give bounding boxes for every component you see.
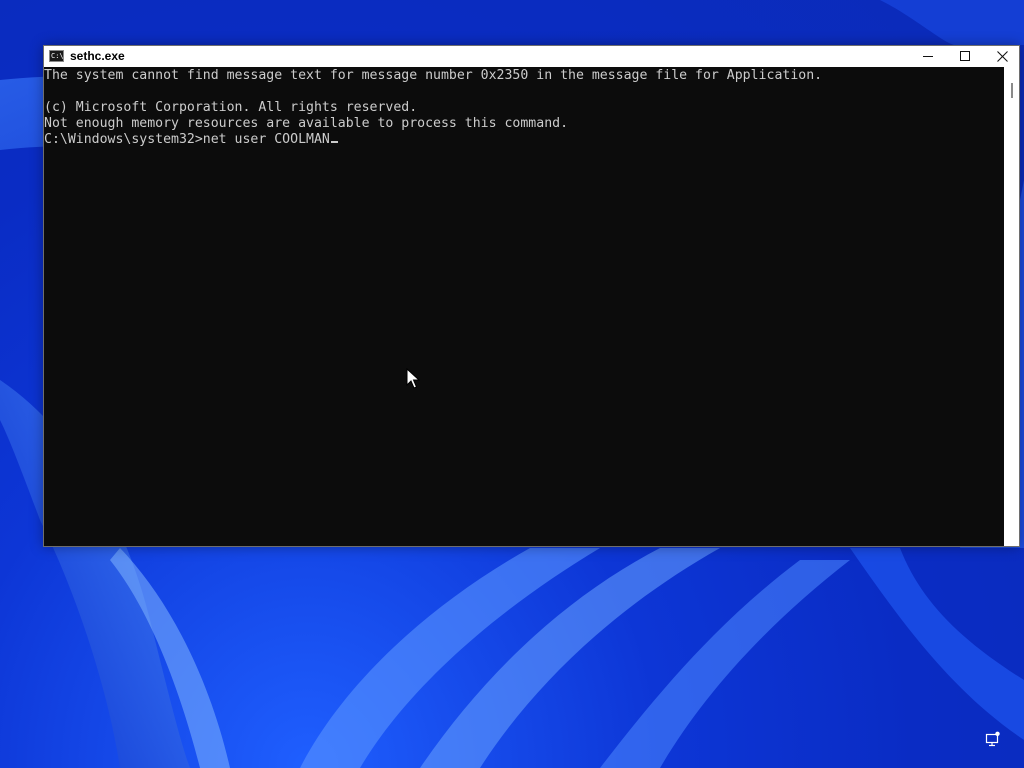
vertical-scrollbar[interactable] <box>1004 67 1019 546</box>
maximize-button[interactable] <box>946 46 984 67</box>
console-output[interactable]: The system cannot find message text for … <box>44 67 1004 546</box>
close-button[interactable] <box>983 46 1021 67</box>
desktop: C:\ sethc.exe The system cannot find mes… <box>0 0 1024 768</box>
minimize-button[interactable] <box>909 46 947 67</box>
mouse-pointer-icon <box>406 368 420 389</box>
command-prompt-line[interactable]: C:\Windows\system32>net user COOLMAN <box>44 132 338 148</box>
console-line: The system cannot find message text for … <box>44 68 823 83</box>
close-icon <box>997 51 1008 62</box>
console-line: (c) Microsoft Corporation. All rights re… <box>44 100 418 115</box>
title-bar[interactable]: C:\ sethc.exe <box>44 46 1019 67</box>
minimize-icon <box>923 56 933 57</box>
command-input-text[interactable]: C:\Windows\system32>net user COOLMAN <box>44 132 330 147</box>
maximize-icon <box>960 51 970 61</box>
network-icon[interactable] <box>985 731 1001 747</box>
console-icon: C:\ <box>49 50 64 62</box>
window-title: sethc.exe <box>70 49 125 63</box>
console-icon-label: C:\ <box>51 52 64 60</box>
console-window[interactable]: C:\ sethc.exe The system cannot find mes… <box>43 45 1020 547</box>
text-cursor <box>330 141 338 143</box>
scrollbar-thumb[interactable] <box>1011 83 1013 98</box>
console-line: Not enough memory resources are availabl… <box>44 116 569 131</box>
